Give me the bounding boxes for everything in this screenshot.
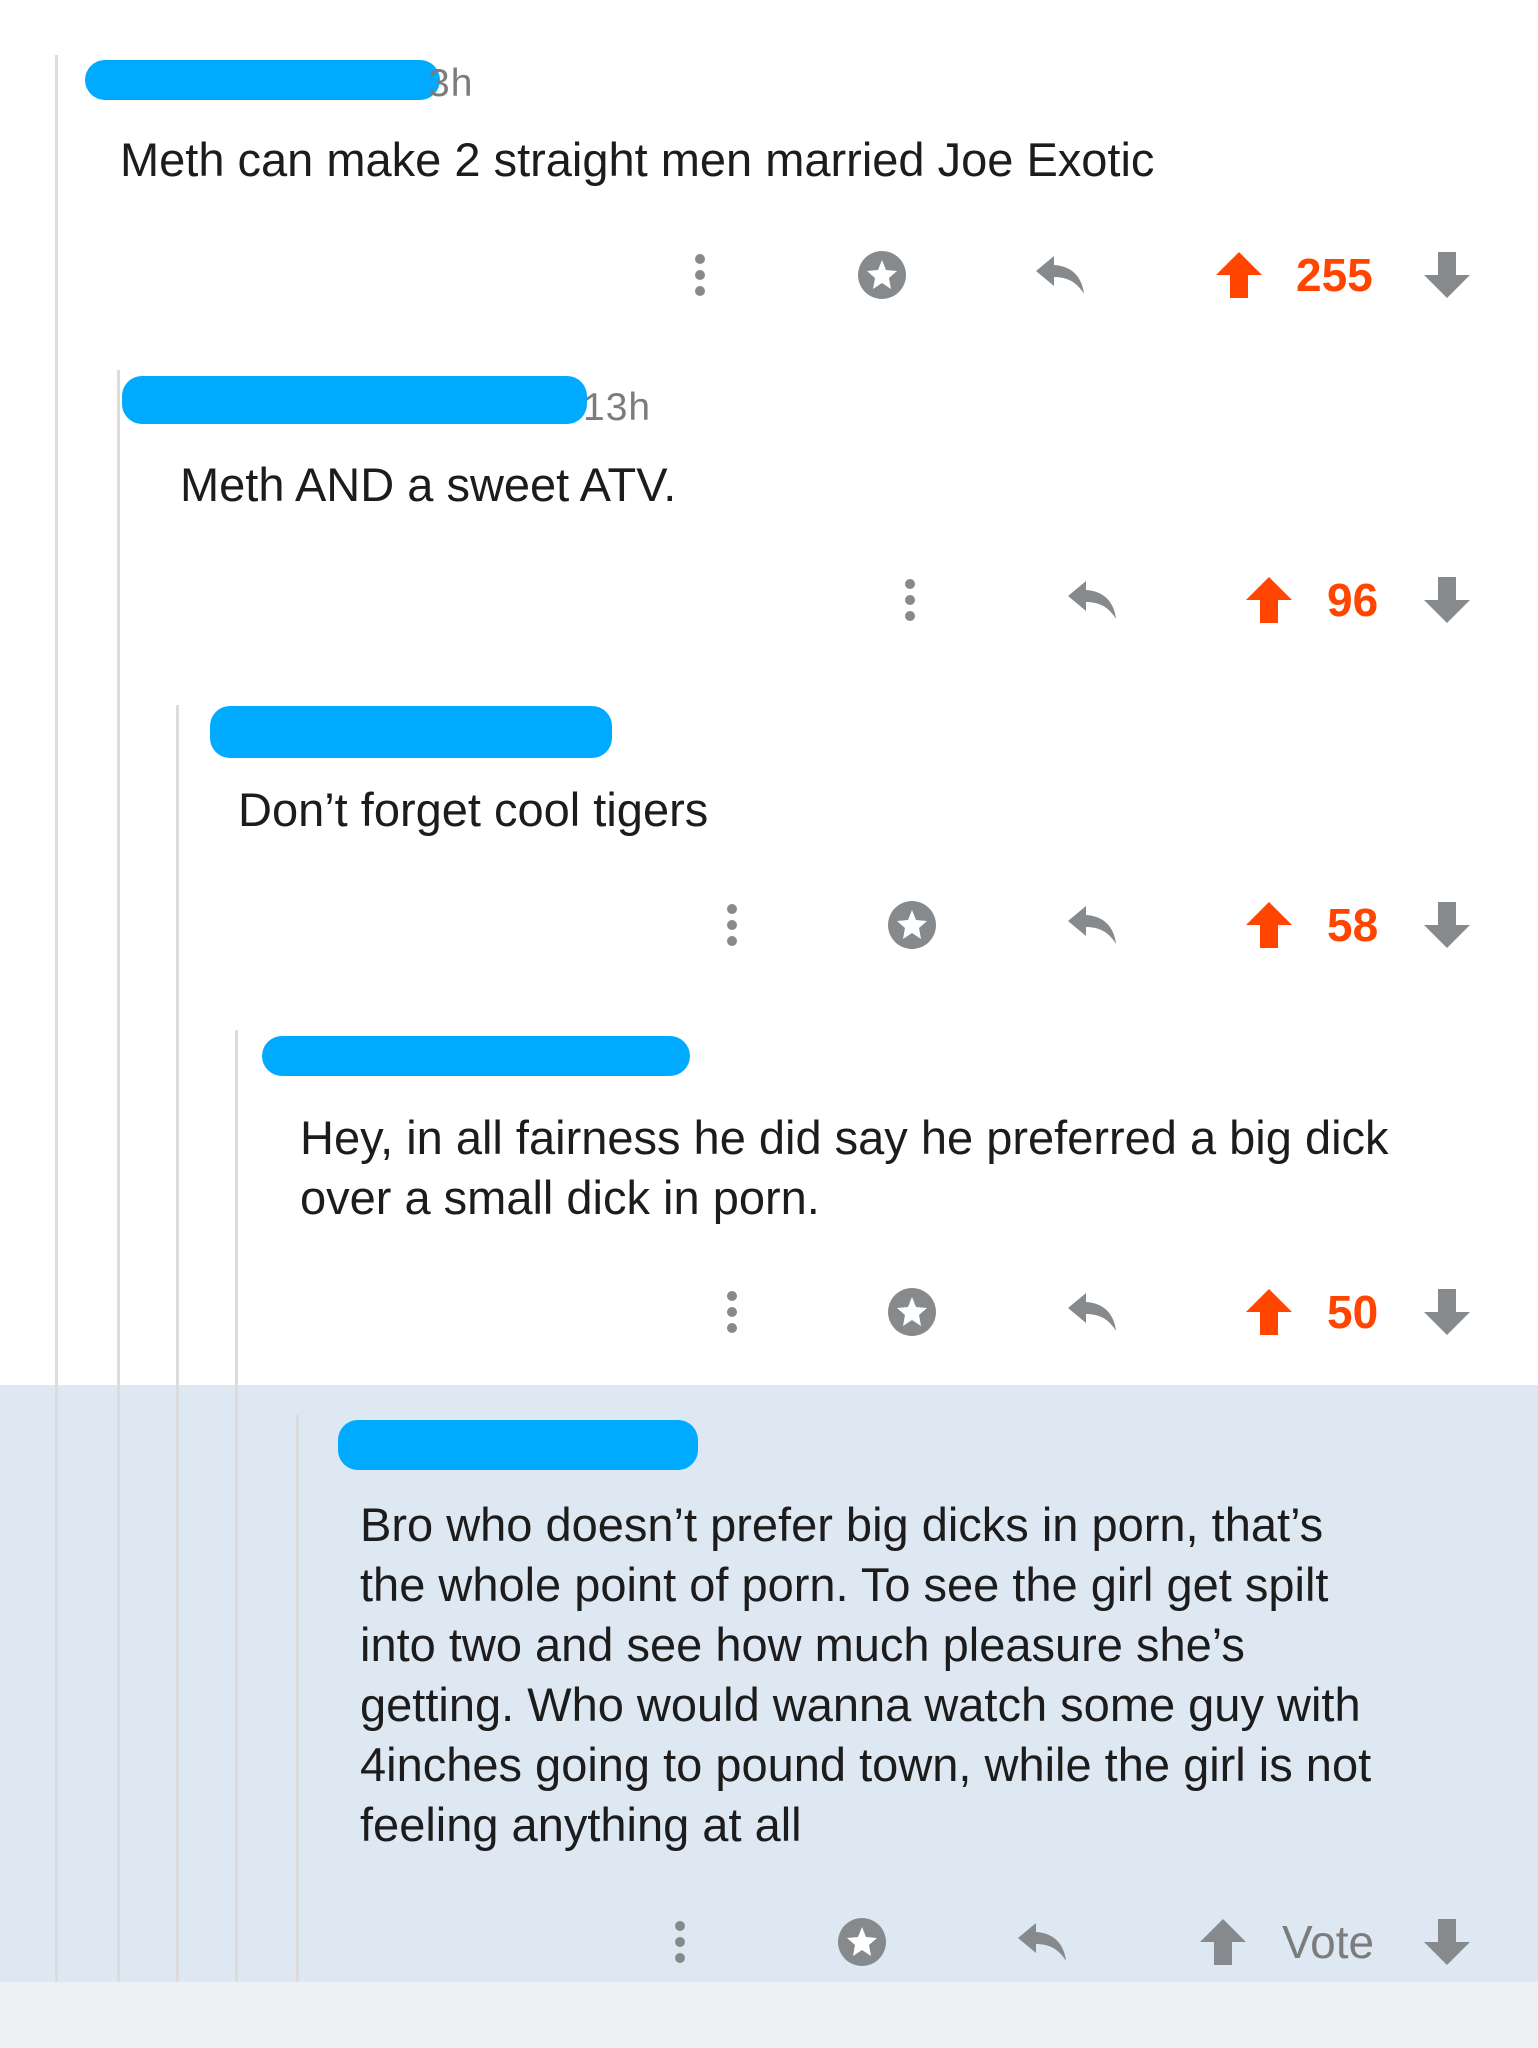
more-vertical-icon [727,904,737,946]
bottom-bar [0,1982,1538,2048]
comment-actions: 58 [0,895,1538,955]
downvote-icon [1424,902,1470,948]
comment-body-line: Meth AND a sweet ATV. [180,458,677,511]
more-options-button[interactable] [712,1282,752,1342]
award-button[interactable] [852,245,912,305]
upvote-icon [1216,252,1262,298]
downvote-icon [1424,1289,1470,1335]
reply-button[interactable] [1030,245,1090,305]
more-options-button[interactable] [680,245,720,305]
vote-score: 96 [1327,574,1379,626]
comment-age: 13h [583,386,652,429]
more-vertical-icon [675,1921,685,1963]
comment-body: Meth AND a sweet ATV. [180,455,676,515]
upvote-icon [1246,1289,1292,1335]
award-icon [888,1288,936,1336]
downvote-icon [1424,577,1470,623]
reply-button[interactable] [1062,1282,1122,1342]
more-vertical-icon [905,579,915,621]
comment-body-line: Hey, in all fairness he did say he prefe… [300,1111,1389,1164]
comment-age: 3h [428,62,474,105]
more-options-button[interactable] [890,570,930,630]
upvote-button[interactable] [1242,1282,1296,1342]
award-icon [858,251,906,299]
reply-icon [1068,906,1116,944]
upvote-button[interactable] [1242,895,1296,955]
more-options-button[interactable] [712,895,752,955]
reply-button[interactable] [1062,570,1122,630]
downvote-button[interactable] [1420,1912,1474,1972]
more-options-button[interactable] [660,1912,700,1972]
comment-body-line: into two and see how much pleasure she’s [360,1618,1245,1671]
comment-actions: 255 [0,245,1538,305]
redacted-username [210,706,612,758]
award-button[interactable] [832,1912,892,1972]
redacted-username [262,1036,690,1076]
reply-button[interactable] [1062,895,1122,955]
vote-score: 255 [1296,249,1373,301]
reply-button[interactable] [1012,1912,1072,1972]
redacted-username [338,1420,698,1470]
thread-line-depth-5[interactable] [296,1415,299,1985]
downvote-button[interactable] [1420,1282,1474,1342]
comment-actions: 50 [0,1282,1538,1342]
comment-body-line: 4inches going to pound town, while the g… [360,1738,1372,1791]
upvote-icon [1246,577,1292,623]
vote-score: 58 [1327,899,1379,951]
vote-score: 50 [1327,1286,1379,1338]
comment-actions: Vote [0,1912,1538,1972]
upvote-button[interactable] [1212,245,1266,305]
comment-body: Don’t forget cool tigers [238,780,708,840]
more-vertical-icon [695,254,705,296]
reply-icon [1018,1923,1066,1961]
comment-body: Bro who doesn’t prefer big dicks in porn… [360,1495,1371,1855]
comment-body: Hey, in all fairness he did say he prefe… [300,1108,1389,1228]
comment-body-line: getting. Who would wanna watch some guy … [360,1678,1361,1731]
redacted-username [85,60,440,100]
reply-icon [1036,256,1084,294]
award-button[interactable] [882,895,942,955]
award-icon [838,1918,886,1966]
comment-actions: 96 [0,570,1538,630]
award-icon [888,901,936,949]
upvote-button[interactable] [1242,570,1296,630]
downvote-button[interactable] [1420,245,1474,305]
redacted-username [122,376,587,424]
downvote-icon [1424,252,1470,298]
comment-body-line: the whole point of porn. To see the girl… [360,1558,1329,1611]
thread-line-depth-1[interactable] [55,55,58,1985]
upvote-icon [1200,1919,1246,1965]
downvote-button[interactable] [1420,570,1474,630]
comment-body: Meth can make 2 straight men married Joe… [120,130,1154,190]
upvote-button[interactable] [1196,1912,1250,1972]
reply-icon [1068,1293,1116,1331]
more-vertical-icon [727,1291,737,1333]
reply-icon [1068,581,1116,619]
comment-body-line: over a small dick in porn. [300,1171,820,1224]
downvote-button[interactable] [1420,895,1474,955]
vote-score: Vote [1282,1916,1375,1968]
award-button[interactable] [882,1282,942,1342]
upvote-icon [1246,902,1292,948]
comment-body-line: Meth can make 2 straight men married Joe… [120,133,1155,186]
downvote-icon [1424,1919,1470,1965]
comment-body-line: Don’t forget cool tigers [238,783,709,836]
comment-body-line: Bro who doesn’t prefer big dicks in porn… [360,1498,1324,1551]
comment-body-line: feeling anything at all [360,1798,802,1851]
thread-line-depth-4[interactable] [235,1030,238,1985]
